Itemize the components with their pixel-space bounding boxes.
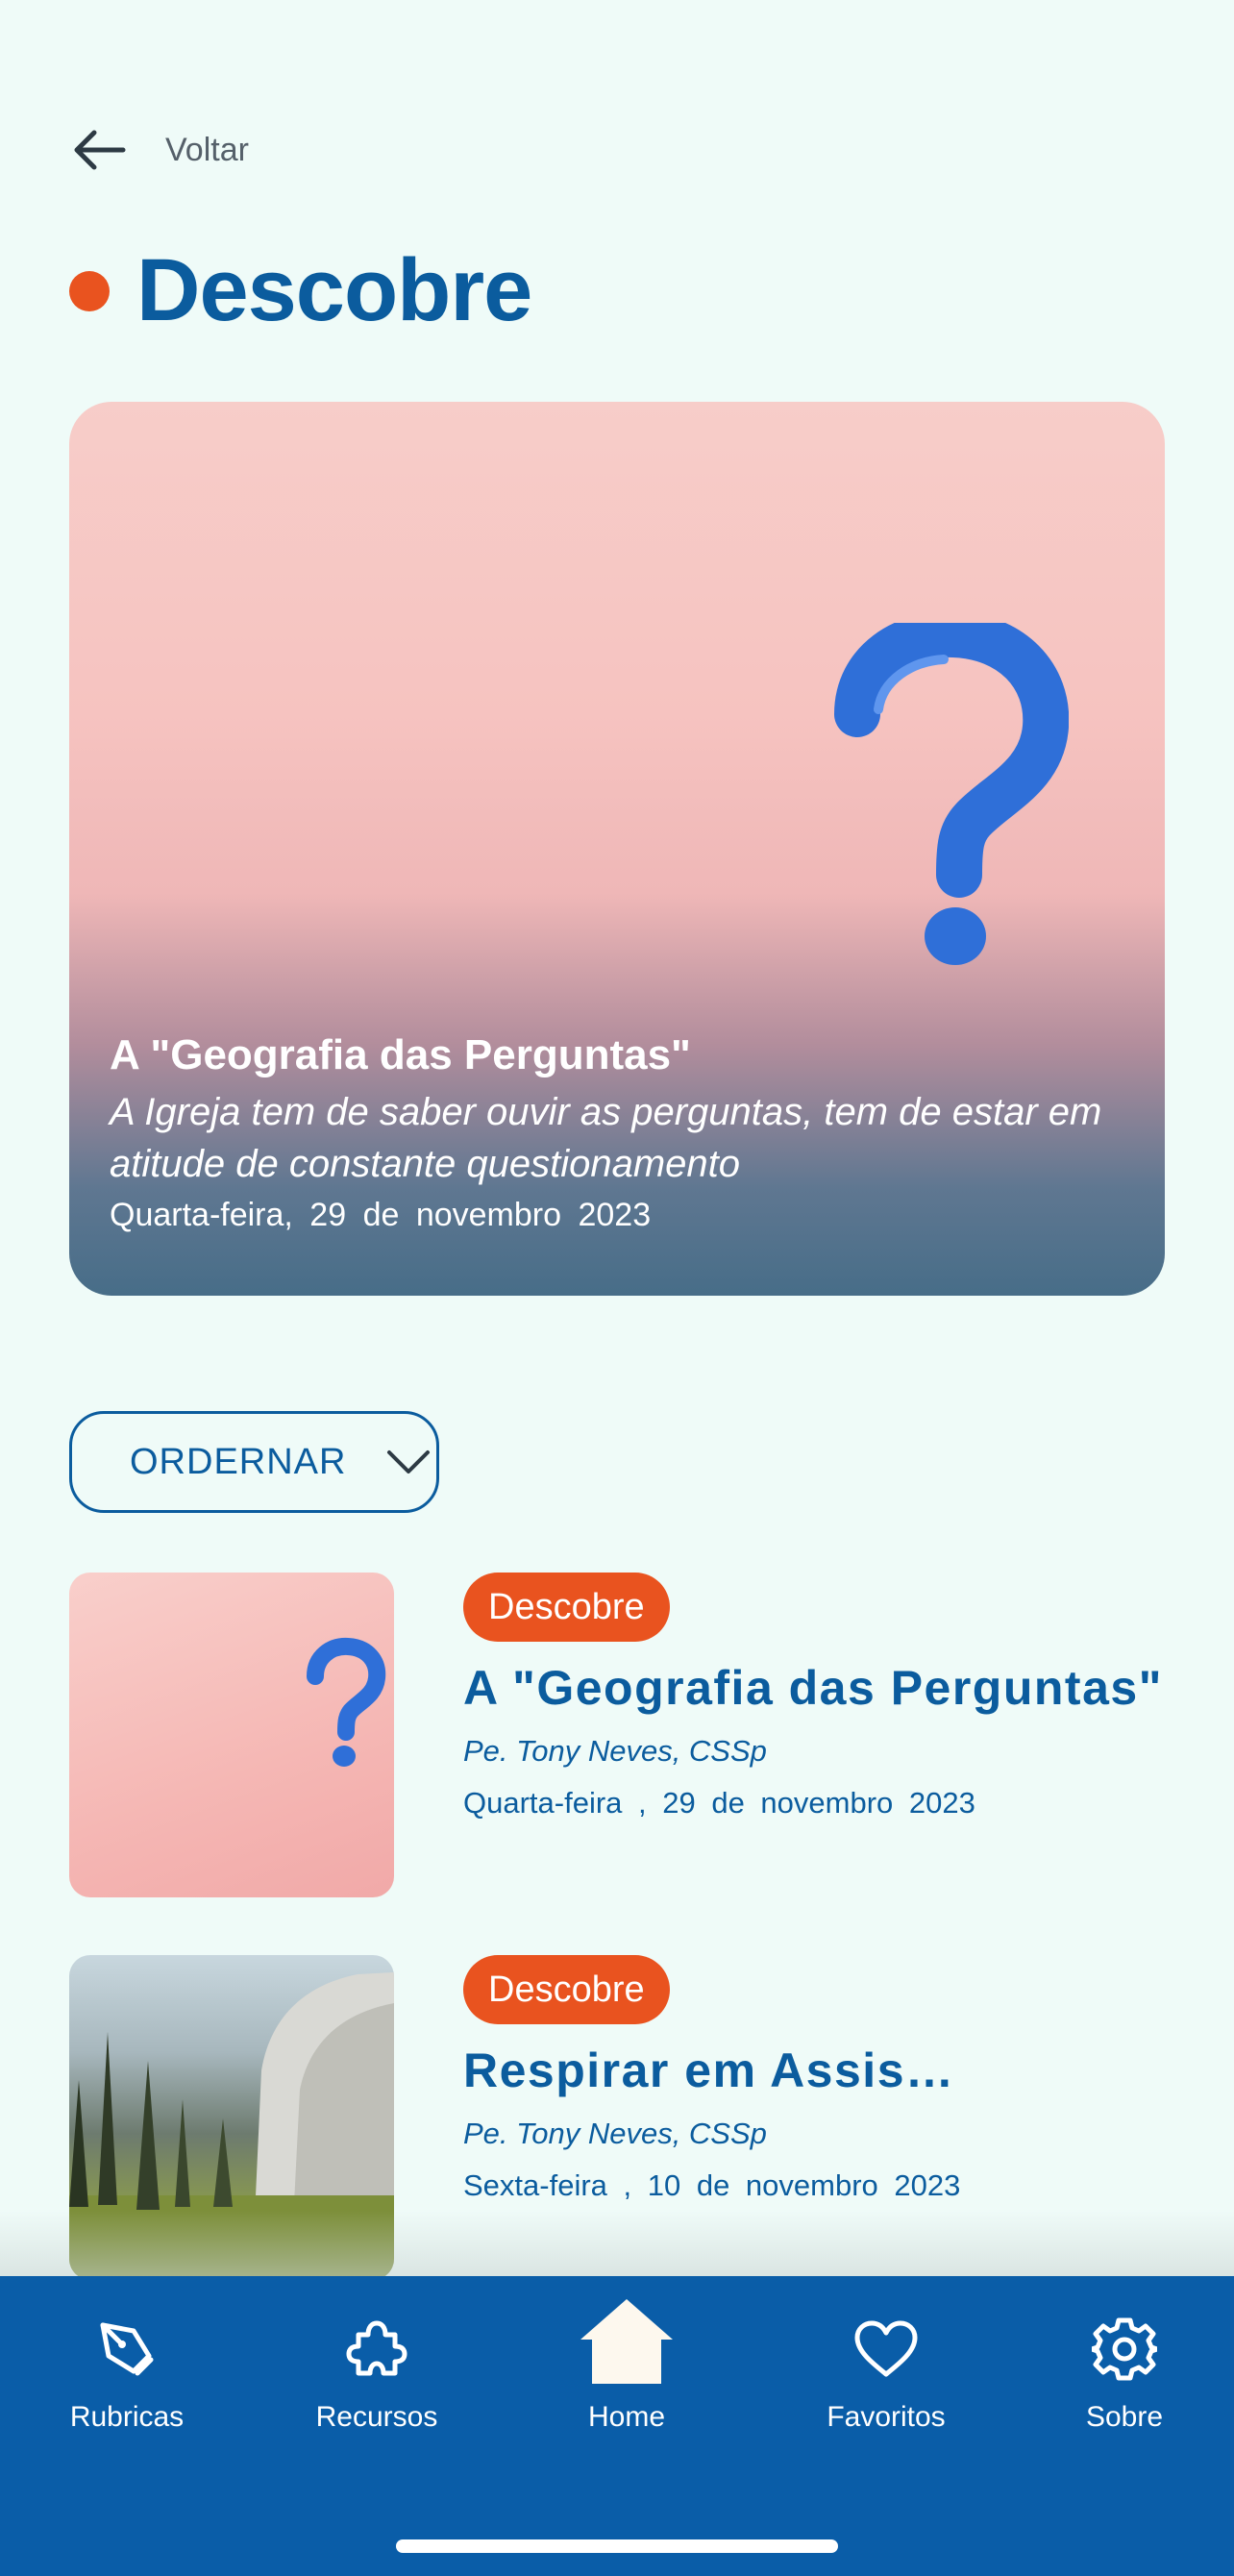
puzzle-icon [338, 2315, 415, 2384]
category-badge[interactable]: Descobre [463, 1573, 670, 1642]
scroll-fade [0, 2211, 1234, 2278]
nav-item-sobre[interactable]: Sobre [1028, 2315, 1221, 2434]
home-indicator[interactable] [396, 2539, 838, 2553]
article-author: Pe. Tony Neves, CSSp [463, 1734, 767, 1768]
hero-card[interactable]: A "Geografia das Perguntas" A Igreja tem… [69, 402, 1165, 1296]
article-title[interactable]: A "Geografia das Perguntas" [463, 1659, 1165, 1717]
sort-button[interactable]: ORDERNAR [69, 1411, 439, 1513]
title-dot [69, 270, 110, 311]
nav-label: Home [587, 2401, 666, 2433]
nav-item-rubricas[interactable]: Rubricas [31, 2315, 223, 2434]
article-body: Descobre Respirar em Assis… Pe. Tony Nev… [463, 1955, 1165, 2203]
nav-label: Favoritos [827, 2401, 946, 2433]
hero-subtitle: A Igreja tem de saber ouvir as perguntas… [110, 1091, 1102, 1185]
bottom-nav: Rubricas Recursos Home Favoritos Sobre [0, 2276, 1234, 2576]
nav-item-favoritos[interactable]: Favoritos [790, 2315, 982, 2434]
category-badge[interactable]: Descobre [463, 1955, 670, 2024]
nav-label: Sobre [1085, 2401, 1164, 2433]
page-title-row: Descobre [69, 240, 532, 341]
sort-label: ORDERNAR [130, 1441, 347, 1482]
back-label[interactable]: Voltar [165, 132, 249, 169]
heart-icon [848, 2315, 925, 2384]
article-title[interactable]: Respirar em Assis… [463, 2042, 1165, 2099]
pen-tool-icon [88, 2315, 165, 2384]
article-date: Sexta-feira , 10 de novembro 2023 [463, 2168, 961, 2202]
question-mark-image [69, 1573, 394, 1897]
chevron-down-icon [386, 1448, 431, 1476]
gear-icon [1086, 2315, 1163, 2384]
question-mark-image [834, 623, 1069, 965]
article-body: Descobre A "Geografia das Perguntas" Pe.… [463, 1573, 1165, 1821]
nav-item-home[interactable]: Home [531, 2299, 723, 2434]
nav-item-recursos[interactable]: Recursos [281, 2315, 473, 2434]
arrow-left-icon[interactable] [69, 115, 138, 185]
article-author: Pe. Tony Neves, CSSp [463, 2117, 767, 2150]
nav-label: Rubricas [69, 2401, 185, 2433]
hero-text: A "Geografia das Perguntas" A Igreja tem… [110, 1030, 1126, 1236]
article-date: Quarta-feira , 29 de novembro 2023 [463, 1786, 975, 1820]
back-nav[interactable]: Voltar [69, 115, 249, 185]
home-icon [574, 2293, 679, 2390]
article-card[interactable]: Descobre A "Geografia das Perguntas" Pe.… [69, 1573, 1165, 1899]
page-title: Descobre [136, 241, 532, 339]
hero-title: A "Geografia das Perguntas" [110, 1031, 691, 1078]
nav-label: Recursos [315, 2401, 438, 2433]
hero-date: Quarta-feira, 29 de novembro 2023 [110, 1197, 652, 1233]
